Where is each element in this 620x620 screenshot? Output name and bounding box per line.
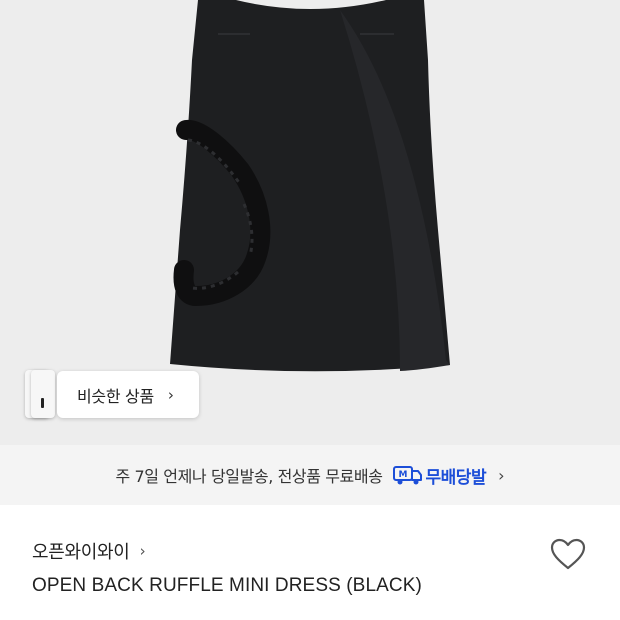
- similar-products-button[interactable]: 비슷한 상품 ›: [57, 371, 199, 418]
- product-title: OPEN BACK RUFFLE MINI DRESS (BLACK): [32, 575, 422, 596]
- chevron-right-icon: ›: [498, 465, 505, 485]
- free-delivery-label: 무배당발: [425, 467, 487, 488]
- chevron-right-icon: ›: [139, 542, 146, 560]
- delivery-info-text: 주 7일 언제나 당일발송, 전상품 무료배송: [115, 467, 383, 486]
- product-image[interactable]: 비슷한 상품 ›: [0, 0, 620, 445]
- heart-outline-icon: [550, 538, 586, 570]
- chevron-right-icon: ›: [167, 385, 174, 404]
- truck-m-icon: M: [392, 466, 422, 485]
- similar-thumbnail: [31, 370, 55, 418]
- brand-link[interactable]: 오픈와이와이 ›: [32, 538, 146, 564]
- brand-name: 오픈와이와이: [32, 542, 130, 563]
- similar-thumbnails[interactable]: [25, 370, 59, 418]
- svg-text:M: M: [398, 470, 407, 480]
- similar-products-label: 비슷한 상품: [77, 386, 154, 406]
- free-delivery-badge: M 무배당발: [392, 463, 487, 488]
- delivery-banner[interactable]: 주 7일 언제나 당일발송, 전상품 무료배송 M 무배당발 ›: [0, 445, 620, 505]
- wishlist-button[interactable]: [548, 535, 588, 575]
